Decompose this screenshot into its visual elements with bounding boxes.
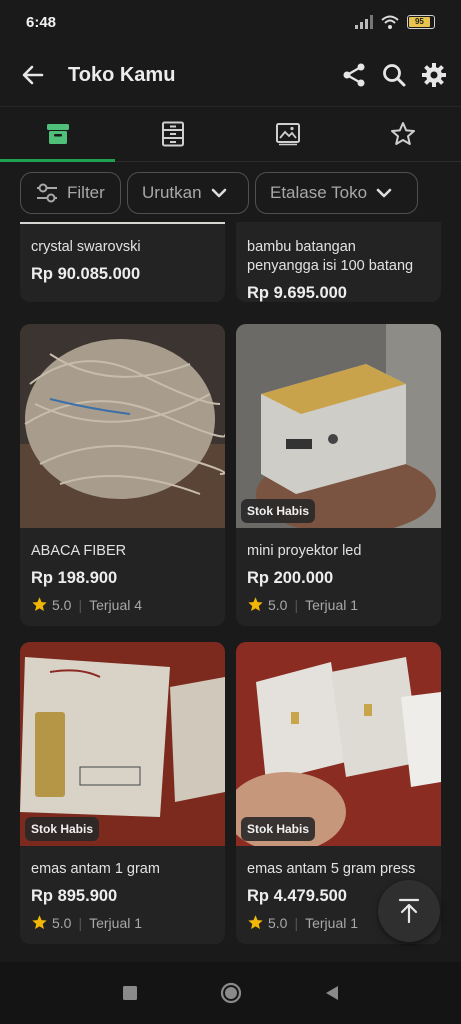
image-icon [276, 123, 301, 146]
product-image [20, 324, 225, 528]
chevron-down-icon [376, 188, 392, 198]
tab-showcase[interactable] [115, 107, 230, 161]
gear-icon[interactable] [421, 62, 447, 88]
back-arrow-icon[interactable] [20, 62, 46, 88]
product-rating: 5.0 [268, 596, 288, 613]
product-rating-row: 5.0 | Terjual 1 [236, 588, 441, 613]
showcase-dropdown[interactable]: Etalase Toko [255, 172, 418, 214]
status-bar: 6:48 95 [0, 0, 461, 44]
product-card[interactable]: Stok Habis mini proyektor led Rp 200.000… [236, 324, 441, 626]
status-time: 6:48 [26, 13, 57, 31]
page-title: Toko Kamu [68, 63, 176, 86]
sort-label: Urutkan [142, 183, 202, 202]
recent-apps-icon[interactable] [121, 984, 139, 1002]
showcase-label: Etalase Toko [270, 183, 368, 202]
cabinet-icon [161, 121, 184, 147]
divider: | [78, 914, 83, 931]
battery-icon: 95 [407, 15, 435, 29]
product-rating: 5.0 [52, 914, 72, 931]
product-card[interactable]: crystal swarovski Rp 90.085.000 [20, 222, 225, 302]
chevron-down-icon [211, 188, 226, 198]
product-rating: 5.0 [52, 596, 72, 613]
product-card[interactable]: ABACA FIBER Rp 198.900 5.0 | Terjual 4 [20, 324, 225, 626]
product-sold: Terjual 1 [305, 914, 359, 931]
out-of-stock-badge: Stok Habis [241, 817, 316, 841]
status-icons: 95 [355, 15, 435, 29]
product-grid: crystal swarovski Rp 90.085.000 bambu ba… [20, 222, 441, 962]
product-name: ABACA FIBER [31, 543, 127, 559]
home-icon[interactable] [219, 981, 243, 1005]
star-icon [248, 915, 263, 930]
share-icon[interactable] [341, 62, 367, 88]
product-price: Rp 895.900 [31, 887, 118, 905]
back-icon[interactable] [323, 984, 341, 1002]
sort-dropdown[interactable]: Urutkan [127, 172, 249, 214]
product-sold: Terjual 1 [89, 914, 143, 931]
search-icon[interactable] [381, 62, 407, 88]
app-actions [341, 62, 447, 88]
tab-feed[interactable] [231, 107, 346, 161]
product-price: Rp 200.000 [247, 569, 334, 587]
product-image: Stok Habis [236, 324, 441, 534]
arrow-up-icon [398, 898, 420, 924]
divider: | [78, 596, 83, 613]
tab-products[interactable] [0, 107, 116, 162]
product-rating-row: 5.0 | Terjual 4 [20, 588, 225, 613]
star-icon [32, 915, 47, 930]
product-name: bambu batangan penyangga isi 100 batang [247, 239, 414, 274]
filter-bar: Filter Urutkan Etalase Toko [20, 172, 418, 214]
product-sold: Terjual 4 [89, 596, 143, 613]
signal-icon [355, 15, 373, 29]
scroll-to-top-button[interactable] [378, 880, 440, 942]
product-price: Rp 9.695.000 [247, 284, 347, 302]
wifi-icon [381, 15, 399, 29]
store-box-icon [46, 124, 69, 144]
product-rating-row: 5.0 | Terjual 1 [20, 906, 225, 931]
product-image: Stok Habis [236, 642, 441, 852]
product-image: Stok Habis [20, 642, 225, 846]
battery-level: 95 [409, 17, 430, 27]
divider: | [294, 596, 299, 613]
product-price: Rp 198.900 [31, 569, 118, 587]
product-name: emas antam 5 gram press [247, 861, 416, 877]
out-of-stock-badge: Stok Habis [241, 499, 316, 523]
filter-label: Filter [67, 183, 105, 202]
star-outline-icon [391, 122, 416, 145]
product-sold: Terjual 1 [305, 596, 359, 613]
app-bar: Toko Kamu [0, 44, 461, 106]
sliders-icon [37, 183, 57, 203]
star-icon [248, 597, 263, 612]
divider: | [294, 914, 299, 931]
product-name: crystal swarovski [31, 239, 141, 255]
product-card[interactable]: bambu batangan penyangga isi 100 batang … [236, 222, 441, 302]
filter-button[interactable]: Filter [20, 172, 121, 214]
product-name: mini proyektor led [247, 543, 362, 559]
out-of-stock-badge: Stok Habis [25, 817, 100, 841]
system-nav-bar [0, 962, 461, 1024]
store-tabs [0, 106, 461, 162]
product-name: emas antam 1 gram [31, 861, 160, 877]
tab-reviews[interactable] [346, 107, 461, 161]
star-icon [32, 597, 47, 612]
product-card[interactable]: Stok Habis emas antam 1 gram Rp 895.900 … [20, 642, 225, 944]
product-rating: 5.0 [268, 914, 288, 931]
product-price: Rp 90.085.000 [31, 265, 141, 283]
